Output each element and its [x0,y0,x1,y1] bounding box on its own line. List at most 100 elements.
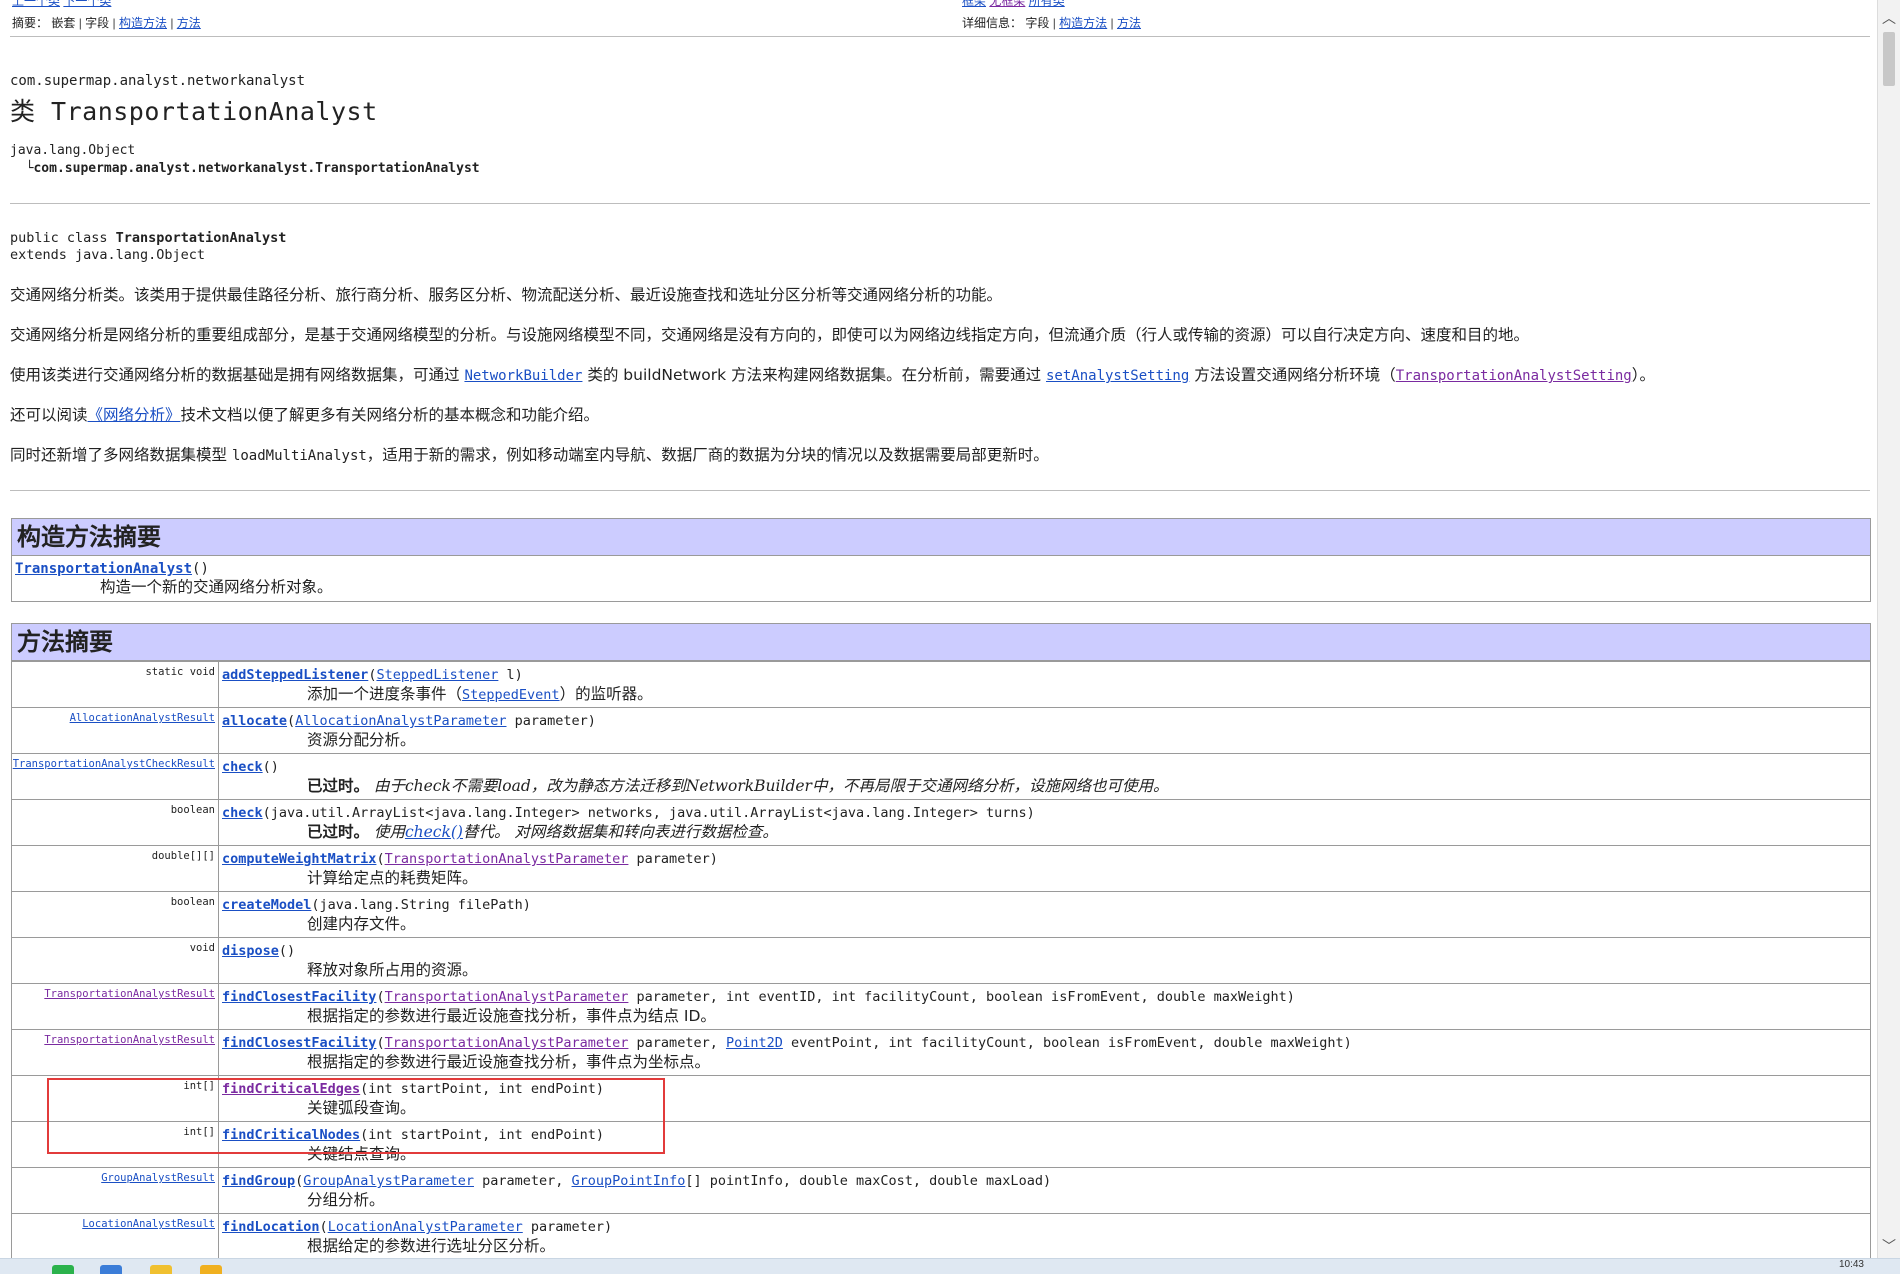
highlight-annotation-box [47,1078,665,1154]
type-link[interactable]: SteppedListener [376,667,498,683]
nav-prev-class-link[interactable]: 上一个类 [12,0,60,8]
summary-nav-field: 字段 [85,16,110,30]
method-link-allocate[interactable]: allocate [222,713,287,729]
setanalystsetting-link[interactable]: setAnalystSetting [1046,368,1189,384]
divider [10,203,1870,204]
method-params: parameter, int eventID, int facilityCoun… [628,989,1295,1005]
return-type-link[interactable]: LocationAnalystResult [82,1218,215,1230]
hierarchy-root: java.lang.Object [10,143,136,158]
nav-frames[interactable]: 框架 无框架 所有类 [962,0,1065,9]
nav-allclasses-link[interactable]: 所有类 [1029,0,1065,8]
description-p5-code: loadMultiAnalyst [231,448,367,464]
vertical-scrollbar[interactable]: ︿ ﹀ [1877,0,1900,1258]
return-type: boolean [12,892,219,937]
class-declaration: public class TransportationAnalyst exten… [10,230,286,264]
type-link[interactable]: TransportationAnalystParameter [385,851,629,867]
description-p4-text: 还可以阅读 [10,406,88,424]
detail-nav-field: 字段 [1025,16,1050,30]
summary-nav: 摘要： 嵌套 | 字段 | 构造方法 | 方法 [12,16,201,30]
method-link-findlocation[interactable]: findLocation [222,1219,320,1235]
return-type-link[interactable]: TransportationAnalystCheckResult [13,758,215,770]
method-link-addsteppedlistener[interactable]: addSteppedListener [222,667,368,683]
taskbar-clock: 10:43 [1838,1259,1864,1270]
declaration-prefix: public class [10,230,116,246]
method-description: 分组分析。 [307,1191,385,1209]
type-link[interactable]: TransportationAnalystParameter [385,1035,629,1051]
deprecated-text: 替代。 对网络数据集和转向表进行数据检查。 [462,823,778,841]
method-row: static void addSteppedListener(SteppedLi… [12,661,1870,707]
top-navigation: 上一个类 下一个类 框架 无框架 所有类 摘要： 嵌套 | 字段 | 构造方法 … [0,0,1870,40]
constructor-row: TransportationAnalyst() 构造一个新的交通网络分析对象。 [12,556,1870,600]
type-link[interactable]: GroupPointInfo [572,1173,686,1189]
method-link-dispose[interactable]: dispose [222,943,279,959]
method-params: l) [498,667,523,683]
deprecated-text: 由于check不需要load，改为静态方法迁移到NetworkBuilder中，… [369,777,1169,795]
method-params: ( [319,1219,328,1235]
method-params: ( [376,1035,385,1051]
method-params: () [262,759,279,775]
detail-nav-constructor-link[interactable]: 构造方法 [1059,16,1107,30]
type-link[interactable]: Point2D [726,1035,783,1051]
method-description-text: 添加一个进度条事件（ [307,685,463,703]
method-params: [] pointInfo, double maxCost, double max… [685,1173,1052,1189]
method-link-findclosestfacility[interactable]: findClosestFacility [222,989,376,1005]
summary-nav-constructor-link[interactable]: 构造方法 [119,16,167,30]
return-type-link[interactable]: TransportationAnalystResult [44,988,215,1000]
nav-prev-next[interactable]: 上一个类 下一个类 [12,0,111,9]
method-params: parameter) [522,1219,613,1235]
taskbar: 10:43 [0,1258,1900,1274]
return-type-link[interactable]: GroupAnalystResult [101,1172,215,1184]
nav-next-class-link[interactable]: 下一个类 [63,0,111,8]
type-link[interactable]: GroupAnalystParameter [303,1173,474,1189]
method-params: parameter, [473,1173,572,1189]
method-summary-title: 方法摘要 [12,624,1870,661]
method-description: 创建内存文件。 [307,915,416,933]
method-link-check[interactable]: check [222,759,263,775]
steppedevent-link[interactable]: SteppedEvent [462,687,560,703]
method-description: 资源分配分析。 [307,731,416,749]
type-link[interactable]: LocationAnalystParameter [328,1219,523,1235]
detail-nav-method-link[interactable]: 方法 [1117,16,1141,30]
method-link-computeweightmatrix[interactable]: computeWeightMatrix [222,851,376,867]
nav-noframes-link[interactable]: 无框架 [989,0,1025,8]
return-type-link[interactable]: AllocationAnalystResult [70,712,215,724]
description-p2: 交通网络分析是网络分析的重要组成部分，是基于交通网络模型的分析。与设施网络模型不… [10,326,1530,344]
method-params: (java.util.ArrayList<java.lang.Integer> … [262,805,1035,821]
class-title: 类 TransportationAnalyst [10,97,378,126]
method-description: 释放对象所占用的资源。 [307,961,478,979]
hierarchy-child-row: └com.supermap.analyst.networkanalyst.Tra… [10,161,480,176]
method-link-findclosestfacility[interactable]: findClosestFacility [222,1035,376,1051]
scrollbar-thumb[interactable] [1883,32,1895,86]
check-link[interactable]: check() [405,823,463,841]
method-row: TransportationAnalystCheckResult check()… [12,753,1870,799]
nav-frames-link[interactable]: 框架 [962,0,986,8]
method-params: ( [287,713,296,729]
method-params: parameter) [628,851,718,867]
return-type: double[][] [12,846,219,891]
method-row: boolean check(java.util.ArrayList<java.l… [12,799,1870,845]
networkbuilder-link[interactable]: NetworkBuilder [464,368,582,384]
summary-nav-method-link[interactable]: 方法 [177,16,201,30]
detail-nav: 详细信息： 字段 | 构造方法 | 方法 [962,16,1141,30]
return-type-link[interactable]: TransportationAnalystResult [44,1034,215,1046]
method-row: double[][] computeWeightMatrix(Transport… [12,845,1870,891]
method-params: eventPoint, int facilityCount, boolean i… [782,1035,1352,1051]
transportationanalystsetting-link[interactable]: TransportationAnalystSetting [1396,368,1632,384]
network-analysis-doc-link[interactable]: 《网络分析》 [88,406,181,424]
method-link-findgroup[interactable]: findGroup [222,1173,295,1189]
scroll-up-icon[interactable]: ︿ [1882,8,1896,28]
method-params: () [278,943,296,959]
type-link[interactable]: AllocationAnalystParameter [295,713,506,729]
method-row: TransportationAnalystResult findClosestF… [12,1029,1870,1075]
scroll-down-icon[interactable]: ﹀ [1882,1236,1896,1256]
constructor-summary: 构造方法摘要 TransportationAnalyst() 构造一个新的交通网… [11,518,1871,602]
description-p4-text: 技术文档以便了解更多有关网络分析的基本概念和功能介绍。 [180,406,600,424]
method-summary: 方法摘要 static void addSteppedListener(Step… [11,623,1871,1267]
declaration-name: TransportationAnalyst [115,230,287,246]
method-link-createmodel[interactable]: createModel [222,897,311,913]
method-link-check[interactable]: check [222,805,263,821]
type-link[interactable]: TransportationAnalystParameter [385,989,629,1005]
method-row: boolean createModel(java.lang.String fil… [12,891,1870,937]
constructor-link[interactable]: TransportationAnalyst [15,561,192,577]
detail-nav-label: 详细信息： [962,16,1023,30]
